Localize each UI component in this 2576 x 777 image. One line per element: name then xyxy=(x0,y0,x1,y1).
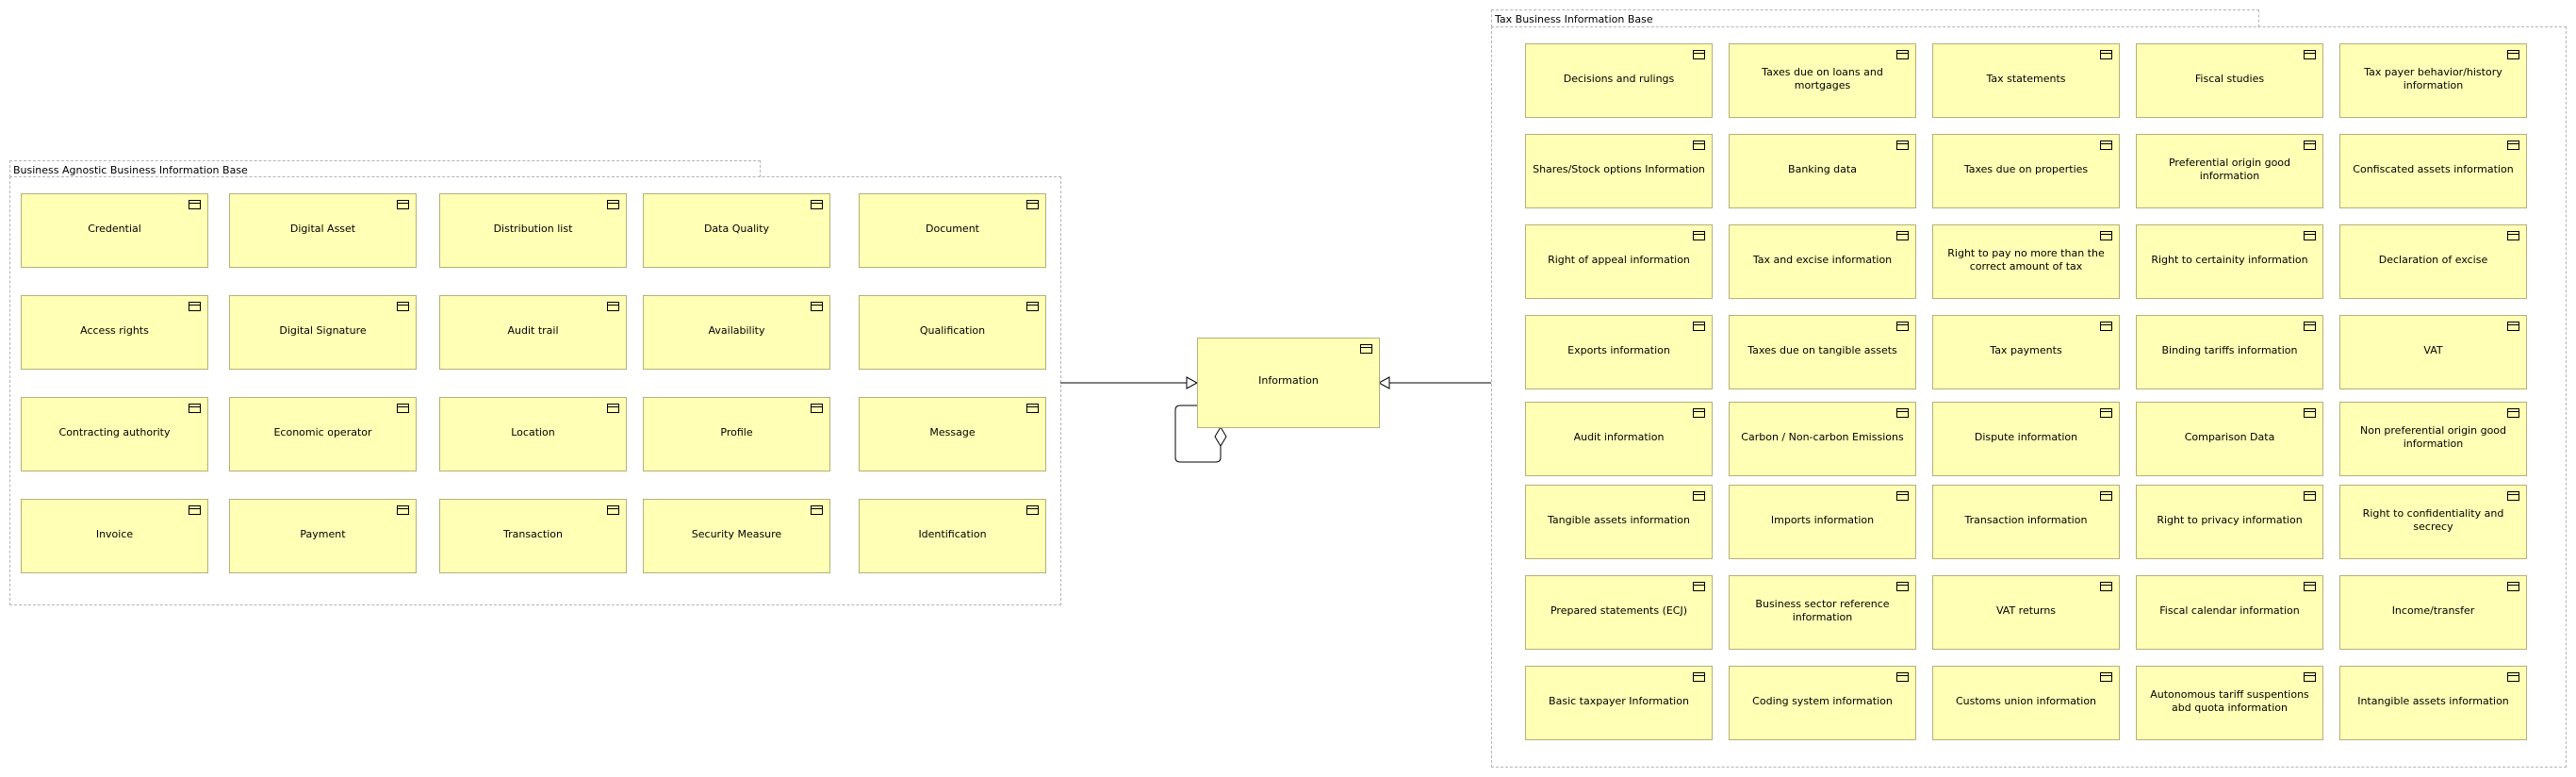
information-label: Information xyxy=(1258,374,1319,387)
hollow-diamond-icon xyxy=(1214,426,1227,447)
hollow-triangle-arrowhead xyxy=(1377,376,1390,389)
business-object-icon xyxy=(1360,344,1372,354)
specialization-right-connector[interactable] xyxy=(1377,376,1491,389)
specialization-left-connector[interactable] xyxy=(1060,376,1199,389)
hollow-triangle-arrowhead xyxy=(1186,376,1199,389)
information-object[interactable]: Information xyxy=(1197,338,1380,428)
